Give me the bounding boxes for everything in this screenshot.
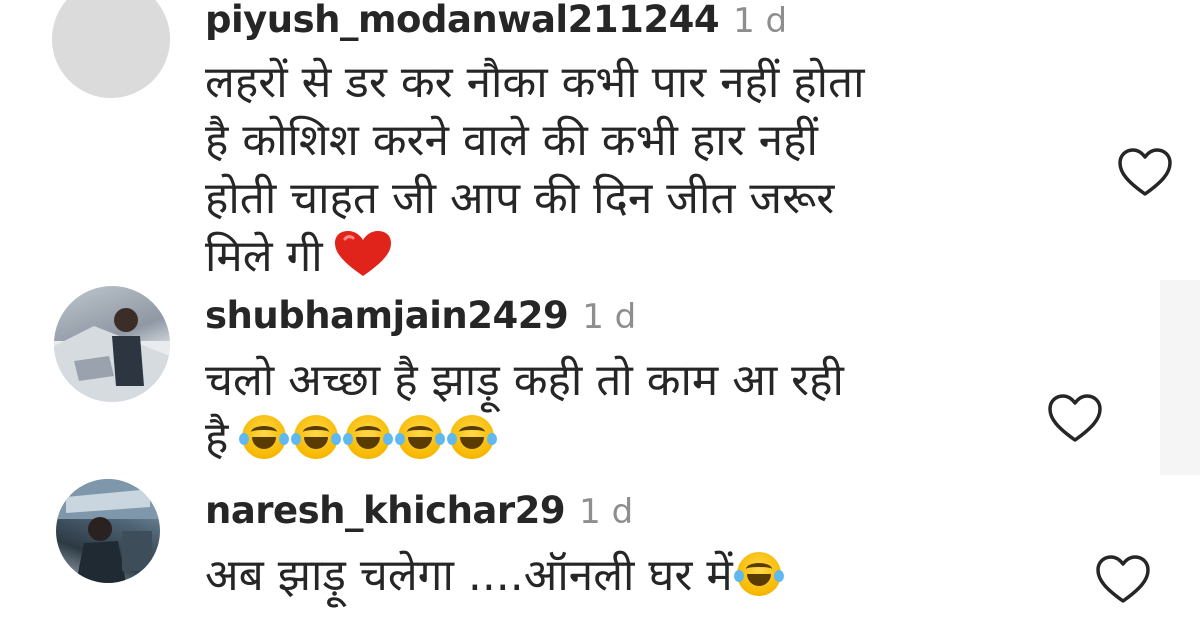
comment-item: naresh_khichar29 1 d अब झाड़ू चलेगा ....ऑ… [0,475,1200,628]
comment-last-line: मिले गी [205,228,864,286]
comment-line: अब झाड़ू चलेगा ....ऑनली घर में [205,550,733,601]
user-photo-icon [54,308,170,402]
comment-item: piyush_modanwal211244 1 d लहरों से डर कर … [0,0,1200,282]
heart-outline-icon[interactable] [1116,146,1174,198]
laughing-tears-emoji [395,415,446,459]
laughing-tears-emoji [733,552,784,596]
comment-line: चलो अच्छा है झाड़ू कही तो काम आ रही [205,355,844,406]
comment-text: चलो अच्छा है झाड़ू कही तो काम आ रही है [205,352,844,468]
timestamp[interactable]: 1 d [582,297,636,337]
heart-outline-icon[interactable] [1046,392,1104,444]
comment-line: मिले गी [205,231,323,282]
comment-header: shubhamjain2429 1 d [205,294,636,337]
comment-line: लहरों से डर कर नौका कभी पार नहीं होता [205,57,865,108]
comment-header: naresh_khichar29 1 d [205,489,633,532]
divider [1160,280,1200,475]
comment-item: shubhamjain2429 1 d चलो अच्छा है झाड़ू कह… [0,280,1200,475]
comment-last-line: है [205,410,844,468]
timestamp[interactable]: 1 d [733,1,787,41]
username-link[interactable]: shubhamjain2429 [205,294,569,337]
timestamp[interactable]: 1 d [579,492,633,532]
username-link[interactable]: piyush_modanwal211244 [205,0,720,41]
laughing-tears-emoji [291,415,342,459]
comment-text: अब झाड़ू चलेगा ....ऑनली घर में [205,547,789,605]
avatar[interactable] [56,479,160,583]
comment-last-line: अब झाड़ू चलेगा ....ऑनली घर में [205,547,789,605]
comment-line: है कोशिश करने वाले की कभी हार नहीं [205,115,818,166]
default-avatar-icon [52,0,170,98]
avatar[interactable] [52,0,170,98]
user-photo-icon [56,479,160,583]
comment-line: होती चाहत जी आप की दिन जीत जरूर [205,173,835,224]
laughing-tears-emoji [447,415,498,459]
username-link[interactable]: naresh_khichar29 [205,489,566,532]
comment-line: है [205,413,229,464]
heart-emoji-icon [334,231,391,276]
heart-outline-icon[interactable] [1094,553,1152,605]
comment-header: piyush_modanwal211244 1 d [205,0,787,41]
laughing-tears-emoji [239,415,290,459]
comment-text: लहरों से डर कर नौका कभी पार नहीं होता है… [205,54,864,286]
laughing-tears-emoji [343,415,394,459]
avatar[interactable] [54,286,170,402]
